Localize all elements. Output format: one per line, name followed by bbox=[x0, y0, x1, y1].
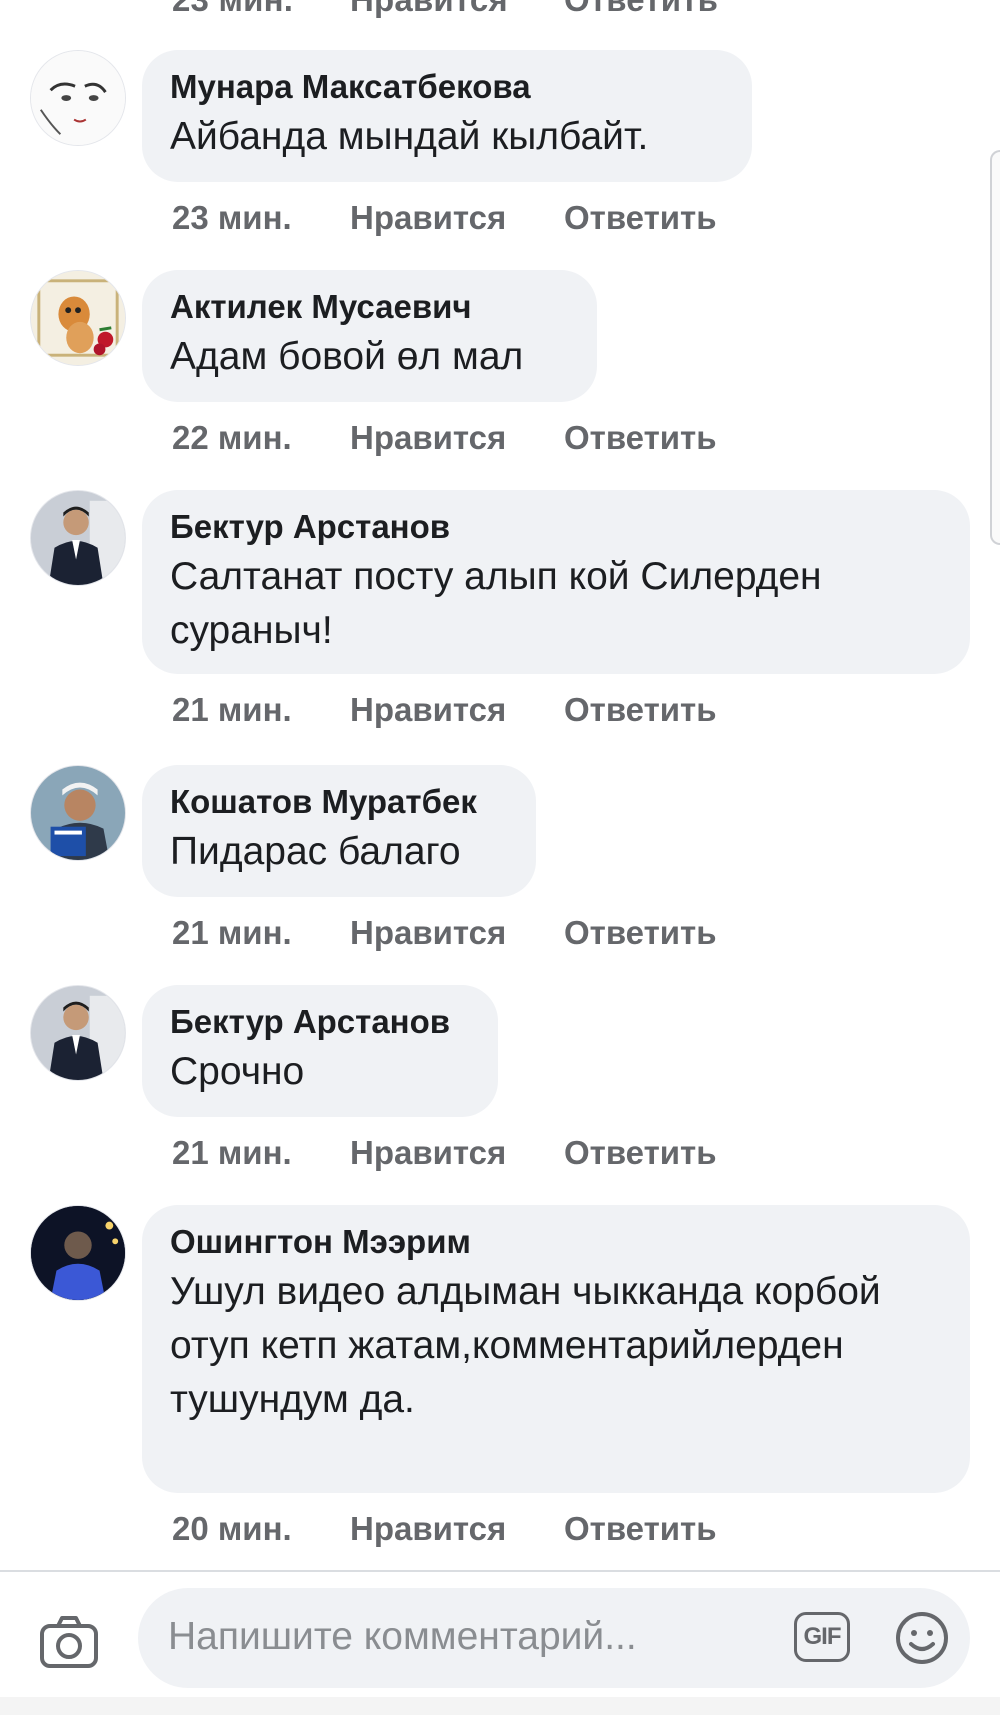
gif-button[interactable]: GIF bbox=[794, 1612, 850, 1662]
comment-actions: 21 мин. Нравится Ответить bbox=[172, 911, 717, 955]
comment-text: Айбанда мындай кылбайт. bbox=[170, 115, 649, 158]
reply-link[interactable]: Ответить bbox=[564, 1134, 717, 1172]
like-link[interactable]: Нравится bbox=[350, 0, 564, 19]
comment-time: 23 мин. bbox=[172, 199, 292, 236]
comment-bubble: Ошингтон Мээрим Ушул видео алдыман чыкка… bbox=[142, 1205, 970, 1493]
like-link[interactable]: Нравится bbox=[350, 419, 564, 457]
avatar[interactable] bbox=[30, 50, 126, 146]
comment-text: Пидарас балаго bbox=[170, 830, 461, 873]
comment-actions: 22 мин. Нравится Ответить bbox=[172, 416, 717, 460]
like-link[interactable]: Нравится bbox=[350, 199, 564, 237]
avatar-image bbox=[31, 271, 125, 365]
reply-link[interactable]: Ответить bbox=[564, 1510, 717, 1548]
comment-time: 21 мин. bbox=[172, 1134, 292, 1171]
smiley-icon[interactable] bbox=[894, 1610, 950, 1666]
comment-composer: Напишите комментарий... GIF bbox=[0, 1570, 1000, 1715]
avatar-image bbox=[31, 491, 125, 585]
bottom-bar bbox=[0, 1697, 1000, 1715]
reply-link[interactable]: Ответить bbox=[564, 691, 717, 729]
camera-icon[interactable] bbox=[38, 1612, 100, 1674]
comment-author[interactable]: Актилек Мусаевич bbox=[170, 286, 569, 328]
like-link[interactable]: Нравится bbox=[350, 691, 564, 729]
comment-text: Срочно bbox=[170, 1050, 305, 1093]
comment-input[interactable]: Напишите комментарий... GIF bbox=[138, 1588, 970, 1688]
avatar[interactable] bbox=[30, 490, 126, 586]
reply-link[interactable]: Ответить bbox=[564, 199, 717, 237]
comment-text: Салтанат посту алып кой Силерден сураныч… bbox=[170, 555, 822, 652]
comment-author[interactable]: Ошингтон Мээрим bbox=[170, 1221, 942, 1263]
comment-author[interactable]: Бектур Арстанов bbox=[170, 1001, 470, 1043]
comment-input-placeholder: Напишите комментарий... bbox=[168, 1615, 637, 1658]
comment-time: 23 мин. bbox=[172, 0, 350, 19]
reply-link[interactable]: Ответить bbox=[564, 419, 717, 457]
avatar-image bbox=[31, 51, 125, 145]
comment-thread: 23 мин. Нравится Ответить Мунара Максатб… bbox=[0, 0, 1000, 1570]
comment-actions: 23 мин. Нравится Ответить bbox=[172, 196, 717, 240]
comment-author[interactable]: Кошатов Муратбек bbox=[170, 781, 508, 823]
like-link[interactable]: Нравится bbox=[350, 1134, 564, 1172]
avatar[interactable] bbox=[30, 270, 126, 366]
comment-time: 22 мин. bbox=[172, 419, 292, 456]
reply-link[interactable]: Ответить bbox=[564, 914, 717, 952]
like-link[interactable]: Нравится bbox=[350, 914, 564, 952]
comment-bubble: Бектур Арстанов Салтанат посту алып кой … bbox=[142, 490, 970, 674]
scroll-indicator[interactable] bbox=[990, 150, 1000, 545]
comment-text: Адам бовой өл мал bbox=[170, 335, 524, 378]
avatar[interactable] bbox=[30, 765, 126, 861]
comment-actions: 21 мин. Нравится Ответить bbox=[172, 688, 717, 732]
comment-time: 21 мин. bbox=[172, 691, 292, 728]
comment-time: 20 мин. bbox=[172, 1510, 292, 1547]
avatar[interactable] bbox=[30, 985, 126, 1081]
comment-actions: 21 мин. Нравится Ответить bbox=[172, 1131, 717, 1175]
comment-author[interactable]: Мунара Максатбекова bbox=[170, 66, 724, 108]
avatar-image bbox=[31, 766, 125, 860]
comment-bubble: Актилек Мусаевич Адам бовой өл мал bbox=[142, 270, 597, 402]
comment-bubble: Бектур Арстанов Срочно bbox=[142, 985, 498, 1117]
comment-actions: 20 мин. Нравится Ответить bbox=[172, 1507, 717, 1551]
comment-bubble: Мунара Максатбекова Айбанда мындай кылба… bbox=[142, 50, 752, 182]
avatar[interactable] bbox=[30, 1205, 126, 1301]
avatar-image bbox=[31, 1206, 125, 1300]
previous-comment-actions: 23 мин. Нравится Ответить bbox=[172, 0, 718, 18]
comment-bubble: Кошатов Муратбек Пидарас балаго bbox=[142, 765, 536, 897]
reply-link[interactable]: Ответить bbox=[564, 0, 718, 19]
comment-time: 21 мин. bbox=[172, 914, 292, 951]
comment-author[interactable]: Бектур Арстанов bbox=[170, 506, 942, 548]
like-link[interactable]: Нравится bbox=[350, 1510, 564, 1548]
avatar-image bbox=[31, 986, 125, 1080]
comment-text: Ушул видео алдыман чыкканда корбой отуп … bbox=[170, 1270, 881, 1421]
